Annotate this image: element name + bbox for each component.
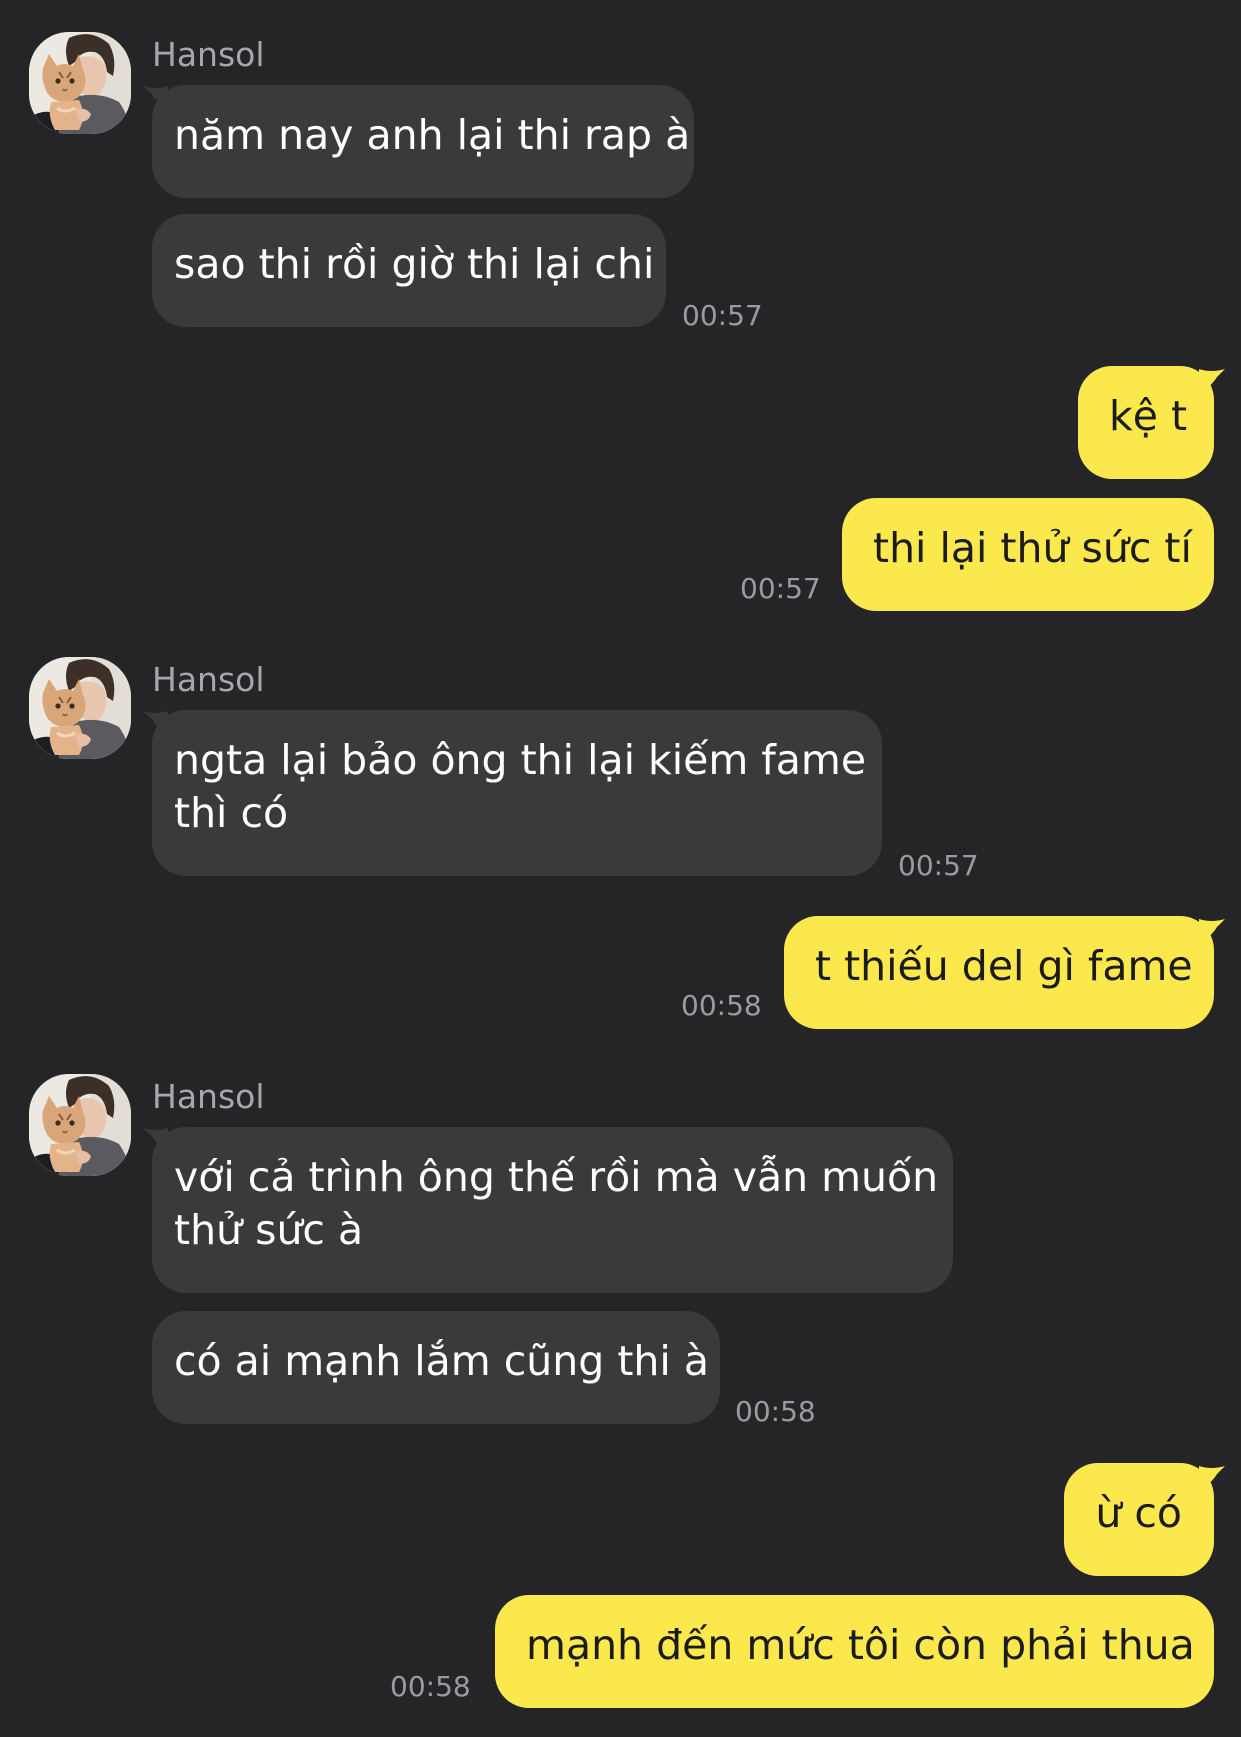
message-timestamp: 00:57 — [898, 849, 979, 882]
message-line: ngta lại bảo ông thi lại kiếm fame — [174, 736, 867, 784]
message-timestamp: 00:57 — [740, 572, 821, 605]
message-timestamp: 00:58 — [735, 1395, 816, 1428]
message-bubble-incoming[interactable]: năm nay anh lại thi rap à — [152, 85, 694, 198]
message-bubble-outgoing[interactable]: ừ có — [1064, 1463, 1214, 1576]
message-timestamp: 00:58 — [390, 1670, 471, 1703]
message-line: với cả trình ông thế rồi mà vẫn muốn — [174, 1153, 939, 1201]
message-line: thử sức à — [174, 1206, 364, 1254]
message-bubble-outgoing[interactable]: mạnh đến mức tôi còn phải thua — [495, 1595, 1214, 1708]
avatar-photo — [29, 32, 131, 134]
sender-name: Hansol — [152, 660, 265, 699]
chat-thread[interactable]: Hansol năm nay anh lại thi rap à sao thi… — [0, 0, 1241, 1737]
message-line: thì có — [174, 789, 289, 837]
avatar[interactable] — [29, 32, 131, 134]
message-timestamp: 00:57 — [682, 299, 763, 332]
avatar-photo — [29, 657, 131, 759]
sender-name: Hansol — [152, 35, 265, 74]
sender-name: Hansol — [152, 1077, 265, 1116]
message-bubble-outgoing[interactable]: t thiếu del gì fame — [784, 916, 1214, 1029]
avatar[interactable] — [29, 657, 131, 759]
message-bubble-outgoing[interactable]: kệ t — [1078, 366, 1214, 479]
message-bubble-incoming[interactable]: có ai mạnh lắm cũng thi à — [152, 1311, 720, 1424]
message-bubble-incoming[interactable]: sao thi rồi giờ thi lại chi — [152, 214, 666, 327]
message-bubble-incoming[interactable]: với cả trình ông thế rồi mà vẫn muốn thử… — [152, 1127, 953, 1293]
message-timestamp: 00:58 — [681, 989, 762, 1022]
message-bubble-outgoing[interactable]: thi lại thử sức tí — [842, 498, 1214, 611]
avatar[interactable] — [29, 1074, 131, 1176]
message-bubble-incoming[interactable]: ngta lại bảo ông thi lại kiếm fame thì c… — [152, 710, 882, 876]
avatar-photo — [29, 1074, 131, 1176]
